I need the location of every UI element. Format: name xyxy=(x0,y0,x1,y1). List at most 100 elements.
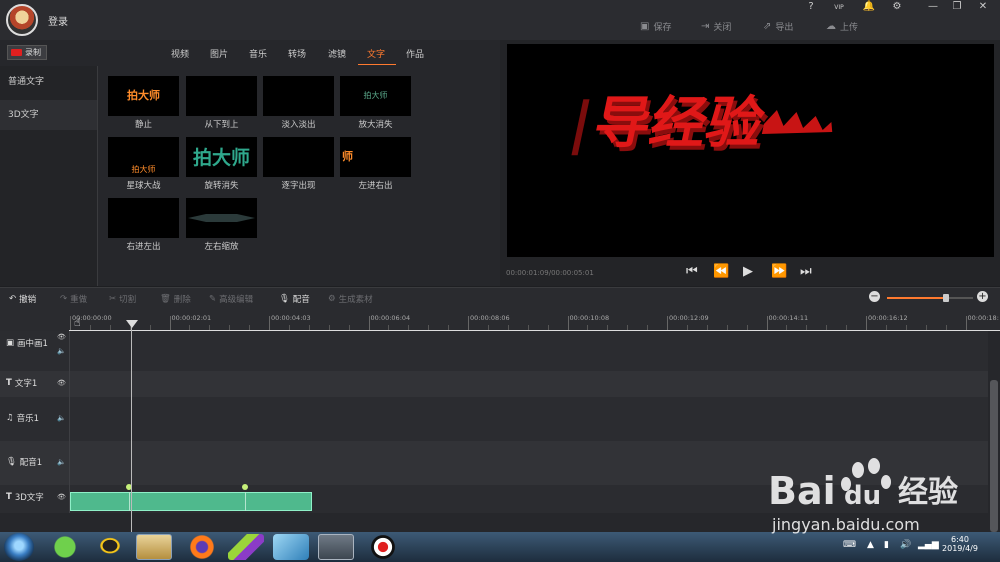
redo-label: 重做 xyxy=(70,295,88,305)
window-close-icon[interactable]: ✕ xyxy=(973,1,993,15)
advanced-edit-button[interactable]: ✎ 高级编辑 xyxy=(209,293,253,305)
tab-video[interactable]: 视频 xyxy=(171,47,189,60)
effect-thumbnail[interactable] xyxy=(108,198,179,238)
record-taskbar-icon[interactable] xyxy=(365,534,401,560)
vip-icon[interactable]: VIP xyxy=(829,4,849,18)
thumb-preview-text: 拍大师 xyxy=(192,147,250,169)
ruler-minor-tick xyxy=(746,325,748,330)
settings-gear-icon[interactable]: ⚙ xyxy=(887,1,907,15)
start-button[interactable] xyxy=(4,533,34,561)
zoom-out-icon[interactable]: − xyxy=(869,291,880,302)
effect-thumbnail[interactable] xyxy=(263,137,334,177)
effect-label: 右进左出 xyxy=(126,242,161,252)
delete-button[interactable]: 🗑 删除 xyxy=(160,293,191,305)
text-icon: T xyxy=(6,378,12,388)
ruler-tick-line xyxy=(866,316,867,330)
track-label: 文字1 xyxy=(14,379,38,389)
tab-text[interactable]: 文字 xyxy=(367,47,385,60)
ruler-minor-tick xyxy=(507,325,509,330)
export-button[interactable]: ⇗ 导出 xyxy=(763,18,793,34)
login-link[interactable]: 登录 xyxy=(48,13,68,28)
playhead-line[interactable] xyxy=(131,322,132,532)
generate-material-label: 生成素材 xyxy=(338,295,373,305)
ruler-tick-label: 00:00:08:06 xyxy=(470,314,510,322)
effect-thumbnail[interactable]: 拍大师 xyxy=(186,137,257,177)
hand-cursor-icon: ☝ xyxy=(74,316,81,329)
notification-bell-icon[interactable]: 🔔 xyxy=(859,1,879,15)
generate-material-button[interactable]: ⚙ 生成素材 xyxy=(328,293,373,305)
zoom-slider-handle[interactable] xyxy=(943,294,949,302)
effect-thumbnail[interactable]: 拍大师 xyxy=(108,137,179,177)
tab-filter[interactable]: 滤镜 xyxy=(328,47,346,60)
ruler-minor-tick xyxy=(109,325,111,330)
maximize-icon[interactable]: ❐ xyxy=(947,1,967,15)
eye-icon[interactable]: 👁 xyxy=(57,379,66,387)
skip-to-start-icon[interactable]: ⏮ xyxy=(686,264,698,279)
effect-thumbnail[interactable]: 拍大师 xyxy=(108,76,179,116)
battery-icon[interactable]: ▮ xyxy=(884,540,889,550)
save-button[interactable]: ▣ 保存 xyxy=(640,18,671,34)
cut-button[interactable]: ✂ 切割 xyxy=(109,293,136,305)
track-row xyxy=(0,371,988,397)
ruler-tick-line xyxy=(269,316,270,330)
effect-thumbnail[interactable] xyxy=(263,76,334,116)
preview-text: 导经验 xyxy=(588,91,770,156)
voiceover-button[interactable]: 🎙 配音 xyxy=(279,293,310,305)
redo-button[interactable]: ↷ 重做 xyxy=(60,293,87,305)
step-forward-icon[interactable]: ⏩ xyxy=(771,264,787,279)
step-back-icon[interactable]: ⏪ xyxy=(713,264,729,279)
close-project-button[interactable]: ⇥ 关闭 xyxy=(701,18,731,34)
record-icon xyxy=(11,49,22,56)
pencil-icon: ✎ xyxy=(209,294,217,304)
effect-thumbnail[interactable] xyxy=(186,76,257,116)
zoom-in-icon[interactable]: + xyxy=(977,291,988,302)
effect-thumbnail[interactable]: 拍大师 xyxy=(340,76,411,116)
ruler-minor-tick xyxy=(547,325,549,330)
record-button[interactable]: 录制 xyxy=(7,45,47,60)
3d-text-clip[interactable] xyxy=(70,492,312,511)
tab-music[interactable]: 音乐 xyxy=(249,47,267,60)
volume-icon[interactable]: 🔊 xyxy=(900,540,911,550)
gear-icon: ⚙ xyxy=(328,294,336,304)
playhead-handle[interactable] xyxy=(126,320,138,328)
tab-image[interactable]: 图片 xyxy=(210,47,228,60)
speaker-icon[interactable]: 🔈 xyxy=(57,458,66,466)
eye-icon[interactable]: 👁 xyxy=(57,493,66,501)
firefox-icon[interactable] xyxy=(184,534,220,560)
skip-to-end-icon[interactable]: ⏭ xyxy=(800,264,812,279)
app-360-icon[interactable] xyxy=(47,534,83,560)
play-icon[interactable]: ▶ xyxy=(743,264,753,279)
tab-works[interactable]: 作品 xyxy=(406,47,424,60)
category-3d-text[interactable]: 3D文字 xyxy=(0,100,97,130)
speaker-icon[interactable]: 🔈 xyxy=(57,414,66,422)
category-plain-text[interactable]: 普通文字 xyxy=(0,67,97,97)
tab-transition[interactable]: 转场 xyxy=(288,47,306,60)
ruler-minor-tick xyxy=(249,325,251,330)
effect-thumbnail[interactable]: 师 xyxy=(340,137,411,177)
ruler-tick-label: 00:00:14:11 xyxy=(768,314,809,322)
qq-icon[interactable] xyxy=(92,534,128,560)
zoom-slider-fill xyxy=(887,297,946,299)
edit-toolbar xyxy=(0,287,1000,310)
window-app-icon[interactable] xyxy=(273,534,309,560)
effect-label: 左右缩放 xyxy=(204,242,239,252)
effect-label: 放大消失 xyxy=(358,120,393,130)
minimize-icon[interactable]: — xyxy=(923,1,943,15)
effect-thumbnail[interactable] xyxy=(186,198,257,238)
keyboard-icon[interactable]: ⌨ xyxy=(843,540,856,550)
text-icon: T xyxy=(6,492,12,502)
speaker-icon[interactable]: 🔈 xyxy=(57,347,66,355)
keyframe-marker[interactable] xyxy=(242,484,248,490)
help-icon[interactable]: ? xyxy=(801,1,821,15)
tray-expand-icon[interactable]: ▲ xyxy=(867,540,874,550)
redo-icon: ↷ xyxy=(60,294,68,304)
microphone-icon: 🎙 xyxy=(279,294,290,304)
undo-button[interactable]: ↶ 撤销 xyxy=(9,293,36,305)
eye-icon[interactable]: 👁 xyxy=(57,333,66,341)
paidashi-taskbar-icon[interactable] xyxy=(318,534,354,560)
file-explorer-icon[interactable] xyxy=(136,534,172,560)
ruler-minor-tick xyxy=(846,325,848,330)
system-clock[interactable]: 6:40 2019/4/9 xyxy=(936,535,984,553)
media-app-icon[interactable] xyxy=(228,534,264,560)
upload-button[interactable]: ☁ 上传 xyxy=(826,18,858,34)
